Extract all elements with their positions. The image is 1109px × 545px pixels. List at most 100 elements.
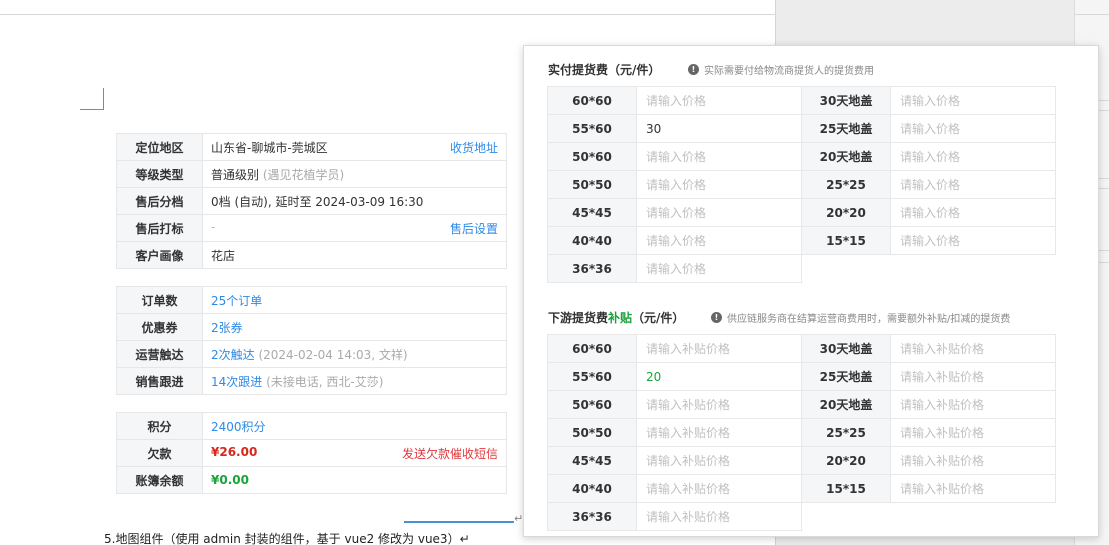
info-label: 积分 xyxy=(116,412,203,440)
info-row: 运营触达 2次触达 (2024-02-04 14:03, 文祥) xyxy=(116,340,507,368)
info-value: 普通级别 xyxy=(211,167,260,182)
info-value: 0档 (自动), 延时至 2024-03-09 16:30 xyxy=(211,194,424,209)
size-label: 36*36 xyxy=(547,502,637,531)
price-input[interactable]: 请输入补贴价格 xyxy=(890,418,1056,447)
info-value[interactable]: 2400积分 xyxy=(211,420,266,434)
section2-title-highlight: 补贴 xyxy=(608,311,633,325)
price-input[interactable]: 请输入价格 xyxy=(636,226,802,255)
size-label: 25*25 xyxy=(801,418,891,447)
price-row: 40*40 请输入价格 15*15 请输入价格 xyxy=(547,226,1056,255)
info-value-cell: 14次跟进 (未接电话, 西北-艾莎) xyxy=(202,367,507,395)
size-label: 20天地盖 xyxy=(801,142,891,171)
info-value-cell: 2400积分 xyxy=(202,412,507,440)
info-value-cell: 花店 xyxy=(202,241,507,269)
price-input[interactable]: 请输入补贴价格 xyxy=(890,362,1056,391)
price-input[interactable]: 请输入补贴价格 xyxy=(636,446,802,475)
size-label: 55*60 xyxy=(547,362,637,391)
price-input[interactable]: 请输入补贴价格 xyxy=(890,474,1056,503)
section1-title: 实付提货费（元/件） xyxy=(548,63,661,77)
page-top-border xyxy=(0,14,776,15)
price-input[interactable]: 请输入价格 xyxy=(636,170,802,199)
price-input[interactable]: 20 xyxy=(636,362,802,391)
size-label: 45*45 xyxy=(547,198,637,227)
size-label: 15*15 xyxy=(801,226,891,255)
info-row: 优惠券 2张券 xyxy=(116,313,507,341)
price-input[interactable]: 请输入价格 xyxy=(890,198,1056,227)
price-input[interactable]: 请输入补贴价格 xyxy=(890,334,1056,363)
info-value[interactable]: 14次跟进 xyxy=(211,375,262,389)
size-label: 25天地盖 xyxy=(801,362,891,391)
info-row: 订单数 25个订单 xyxy=(116,286,507,314)
info-note: (遇见花植学员) xyxy=(259,167,345,182)
price-input[interactable]: 请输入价格 xyxy=(890,86,1056,115)
price-row: 55*60 30 25天地盖 请输入价格 xyxy=(547,114,1056,143)
info-label: 销售跟进 xyxy=(116,367,203,395)
info-value-cell: ¥26.00 发送欠款催收短信 xyxy=(202,439,507,467)
location-info-table: 定位地区 山东省-聊城市-莞城区 收货地址 等级类型 普通级别 (遇见花植学员) 售后分档… xyxy=(116,133,507,269)
section2-title-prefix: 下游提货费 xyxy=(548,311,609,325)
price-input[interactable]: 请输入价格 xyxy=(636,254,802,283)
info-row: 欠款 ¥26.00 发送欠款催收短信 xyxy=(116,439,507,467)
empty-cell xyxy=(891,255,1056,283)
price-row: 55*60 20 25天地盖 请输入补贴价格 xyxy=(547,362,1056,391)
section2-grid: 60*60 请输入补贴价格 30天地盖 请输入补贴价格 55*60 20 25天地盖 请输入补… xyxy=(547,334,1056,531)
size-label: 50*60 xyxy=(547,142,637,171)
price-input[interactable]: 请输入价格 xyxy=(890,142,1056,171)
price-input[interactable]: 请输入补贴价格 xyxy=(636,502,802,531)
info-label: 售后分档 xyxy=(116,187,203,215)
size-label: 60*60 xyxy=(547,86,637,115)
info-value[interactable]: 25个订单 xyxy=(211,294,262,308)
info-action-link[interactable]: 收货地址 xyxy=(450,139,498,156)
price-row: 60*60 请输入价格 30天地盖 请输入价格 xyxy=(547,86,1056,115)
section2-note-text: 供应链服务商在结算运营商费用时，需要额外补贴/扣减的提货费 xyxy=(727,314,1011,325)
size-label: 40*40 xyxy=(547,226,637,255)
price-input[interactable]: 请输入价格 xyxy=(636,198,802,227)
empty-cell xyxy=(891,503,1056,531)
price-input[interactable]: 请输入价格 xyxy=(890,226,1056,255)
price-input[interactable]: 请输入补贴价格 xyxy=(636,390,802,419)
pickup-fee-panel: 实付提货费（元/件） ! 实际需要付给物流商提货人的提货费用 60*60 请输入价… xyxy=(523,45,1099,537)
price-input[interactable]: 请输入价格 xyxy=(636,142,802,171)
price-input[interactable]: 请输入补贴价格 xyxy=(890,446,1056,475)
size-label: 20*20 xyxy=(801,446,891,475)
price-row: 50*50 请输入价格 25*25 请输入价格 xyxy=(547,170,1056,199)
info-row: 积分 2400积分 xyxy=(116,412,507,440)
size-label: 15*15 xyxy=(801,474,891,503)
info-action-link[interactable]: 发送欠款催收短信 xyxy=(402,445,498,462)
info-row: 账簿余额 ¥0.00 xyxy=(116,466,507,494)
info-value[interactable]: 2次触达 xyxy=(211,348,255,362)
info-note: (2024-02-04 14:03, 文祥) xyxy=(254,347,408,362)
section1-grid: 60*60 请输入价格 30天地盖 请输入价格 55*60 30 25天地盖 请输入价格 50*… xyxy=(547,86,1056,283)
size-label: 30天地盖 xyxy=(801,86,891,115)
price-input[interactable]: 30 xyxy=(636,114,802,143)
order-info-table: 订单数 25个订单 优惠券 2张券 运营触达 2次触达 (2024-02-04 14:03… xyxy=(116,286,507,395)
size-label: 20天地盖 xyxy=(801,390,891,419)
info-row: 客户画像 花店 xyxy=(116,241,507,269)
account-info-table: 积分 2400积分欠款 ¥26.00 发送欠款催收短信 账簿余额 ¥0.00 xyxy=(116,412,507,494)
info-value-cell: - 售后设置 xyxy=(202,214,507,242)
size-label: 25*25 xyxy=(801,170,891,199)
info-value[interactable]: 2张券 xyxy=(211,321,243,335)
price-input[interactable]: 请输入补贴价格 xyxy=(636,474,802,503)
info-label: 等级类型 xyxy=(116,160,203,188)
info-label: 售后打标 xyxy=(116,214,203,242)
info-value: - xyxy=(211,219,216,234)
size-label: 50*60 xyxy=(547,390,637,419)
price-input[interactable]: 请输入价格 xyxy=(636,86,802,115)
info-value-cell: 25个订单 xyxy=(202,286,507,314)
price-row: 50*50 请输入补贴价格 25*25 请输入补贴价格 xyxy=(547,418,1056,447)
price-input[interactable]: 请输入补贴价格 xyxy=(636,334,802,363)
price-input[interactable]: 请输入价格 xyxy=(890,170,1056,199)
size-label: 40*40 xyxy=(547,474,637,503)
info-row: 销售跟进 14次跟进 (未接电话, 西北-艾莎) xyxy=(116,367,507,395)
info-action-link[interactable]: 售后设置 xyxy=(450,220,498,237)
empty-cell xyxy=(802,503,891,531)
info-circle-icon: ! xyxy=(688,64,699,75)
price-input[interactable]: 请输入价格 xyxy=(890,114,1056,143)
price-input[interactable]: 请输入补贴价格 xyxy=(890,390,1056,419)
info-label: 客户画像 xyxy=(116,241,203,269)
price-row: 40*40 请输入补贴价格 15*15 请输入补贴价格 xyxy=(547,474,1056,503)
price-input[interactable]: 请输入补贴价格 xyxy=(636,418,802,447)
section2-title: 下游提货费补贴（元/件） xyxy=(548,309,684,326)
price-row: 36*36 请输入价格 xyxy=(547,254,1056,283)
